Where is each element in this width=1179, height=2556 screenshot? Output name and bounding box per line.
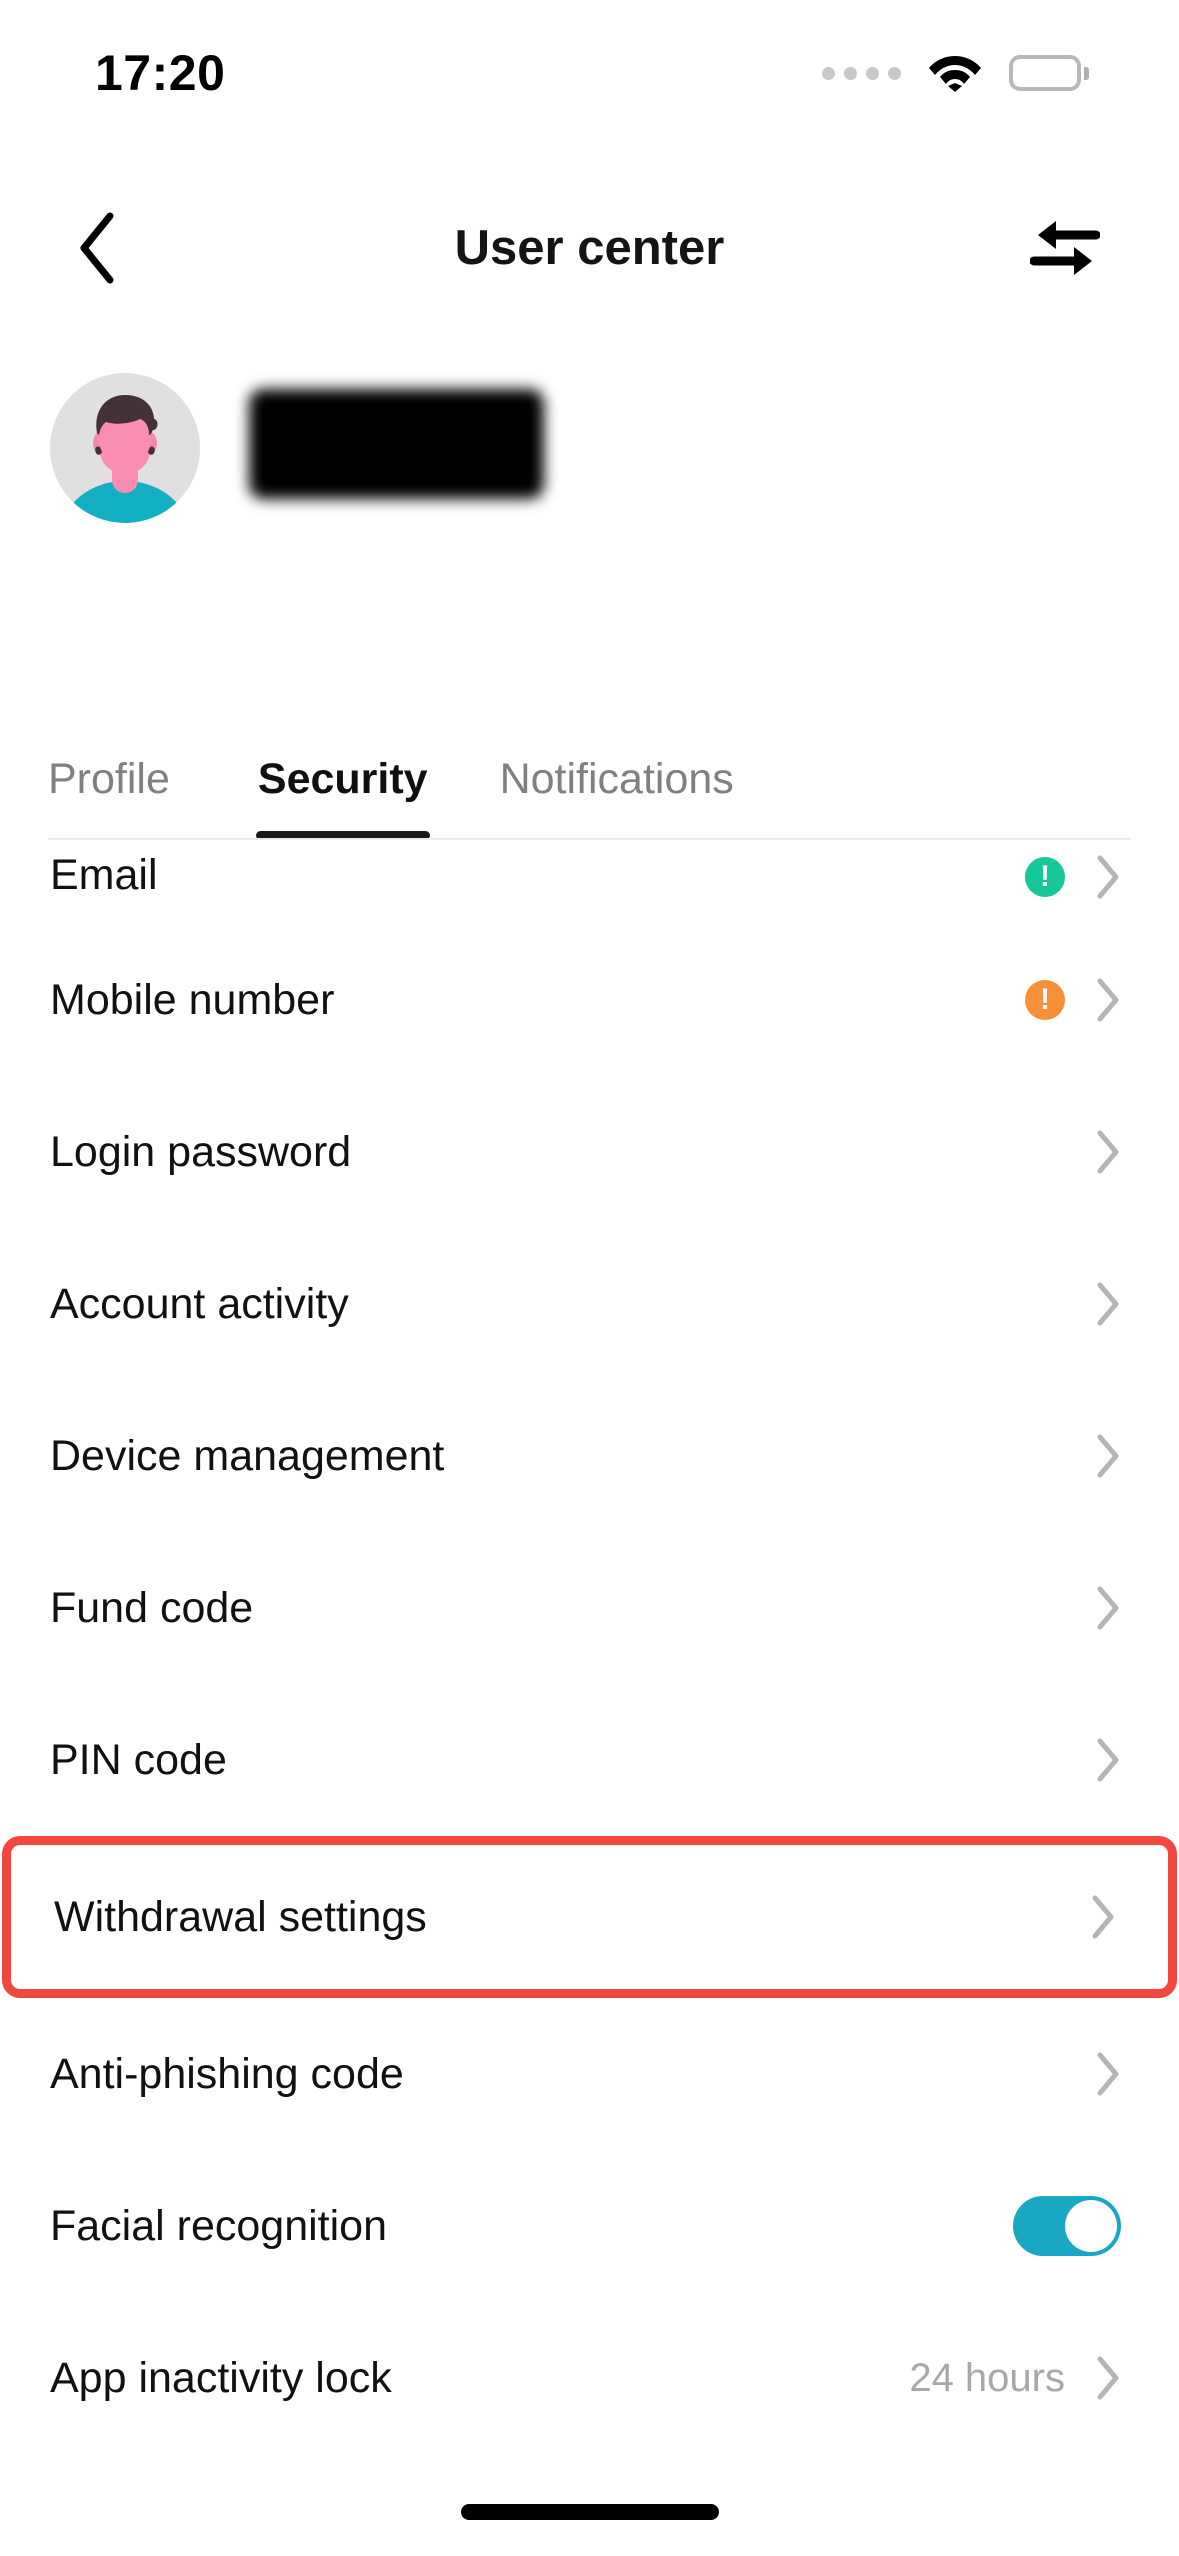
security-settings-list[interactable]: Email ! Mobile number ! Login password A… [0, 840, 1179, 2470]
list-item-label: PIN code [50, 1735, 227, 1784]
list-item-label: App inactivity lock [50, 2353, 392, 2402]
list-item-label: Device management [50, 1431, 445, 1480]
list-item-value: 24 hours [909, 2355, 1065, 2400]
battery-full-icon [1009, 55, 1089, 91]
list-item-right: ! [1025, 977, 1121, 1023]
profile-header [0, 355, 1179, 540]
facial-recognition-toggle[interactable] [1013, 2196, 1121, 2256]
list-item-facial-recognition[interactable]: Facial recognition [0, 2150, 1179, 2302]
switch-arrows-icon [1030, 220, 1100, 275]
tab-profile[interactable]: Profile [48, 718, 222, 840]
tab-notifications[interactable]: Notifications [464, 718, 770, 840]
chevron-right-icon [1092, 1895, 1114, 1939]
page-title: User center [454, 220, 725, 275]
chevron-right-icon [1097, 2356, 1119, 2400]
list-item-right [1095, 1737, 1121, 1783]
list-item-withdrawal-settings[interactable]: Withdrawal settings [2, 1836, 1177, 1998]
list-item-pin-code[interactable]: PIN code [0, 1684, 1179, 1836]
list-item-device-management[interactable]: Device management [0, 1380, 1179, 1532]
list-item-label: Anti-phishing code [50, 2049, 404, 2098]
list-item-mobile-number[interactable]: Mobile number ! [0, 924, 1179, 1076]
tab-profile-label: Profile [48, 754, 170, 803]
tab-bar: Profile Security Notifications [0, 718, 1179, 850]
list-item-label: Login password [50, 1127, 352, 1176]
nav-bar: User center [0, 180, 1179, 315]
list-item-label: Mobile number [50, 975, 335, 1024]
list-item-email[interactable]: Email ! [0, 840, 1179, 924]
list-item-right [1095, 1281, 1121, 1327]
chevron-right-icon [1097, 2052, 1119, 2096]
chevron-right-icon [1097, 1738, 1119, 1782]
home-indicator [460, 2504, 719, 2520]
chevron-right-icon [1097, 1434, 1119, 1478]
list-item-label: Fund code [50, 1583, 254, 1632]
list-item-anti-phishing-code[interactable]: Anti-phishing code [0, 1998, 1179, 2150]
list-item-app-inactivity-lock[interactable]: App inactivity lock 24 hours [0, 2302, 1179, 2454]
tab-security-label: Security [257, 754, 428, 803]
list-item-right: ! [1025, 854, 1121, 900]
list-item-right [1095, 2051, 1121, 2097]
list-item-label: Account activity [50, 1279, 349, 1328]
list-item-label: Email [50, 851, 158, 899]
user-avatar-icon [50, 372, 200, 523]
chevron-right-icon [1097, 1586, 1119, 1630]
list-item-account-activity[interactable]: Account activity [0, 1228, 1179, 1380]
list-item-right [1090, 1894, 1116, 1940]
list-item-fund-code[interactable]: Fund code [0, 1532, 1179, 1684]
wifi-icon [927, 50, 983, 97]
tab-security[interactable]: Security [222, 718, 464, 840]
list-item-label: Withdrawal settings [54, 1892, 427, 1941]
avatar[interactable] [50, 372, 200, 523]
list-item-login-password[interactable]: Login password [0, 1076, 1179, 1228]
chevron-right-icon [1097, 978, 1119, 1022]
back-button[interactable] [52, 202, 144, 294]
warning-badge-icon: ! [1025, 980, 1065, 1020]
chevron-right-icon [1097, 855, 1119, 899]
list-item-right [1095, 1433, 1121, 1479]
phone-screen: 17:20 User center Profile Security Notif… [0, 0, 1179, 2556]
chevron-left-icon [80, 212, 114, 283]
status-time: 17:20 [95, 45, 226, 101]
chevron-right-icon [1097, 1282, 1119, 1326]
tab-notifications-label: Notifications [499, 754, 734, 803]
status-icons [822, 50, 1089, 97]
list-item-right: 24 hours [909, 2355, 1121, 2401]
verified-badge-icon: ! [1025, 857, 1065, 897]
list-item-right [1013, 2196, 1121, 2256]
switch-account-button[interactable] [1019, 202, 1111, 294]
list-item-label: Facial recognition [50, 2201, 388, 2250]
list-item-right [1095, 1129, 1121, 1175]
status-bar: 17:20 [0, 0, 1179, 130]
toggle-knob [1065, 2200, 1117, 2252]
username-redacted-box [249, 388, 544, 499]
chevron-right-icon [1097, 1130, 1119, 1174]
list-item-right [1095, 1585, 1121, 1631]
signal-dots-icon [822, 66, 901, 80]
